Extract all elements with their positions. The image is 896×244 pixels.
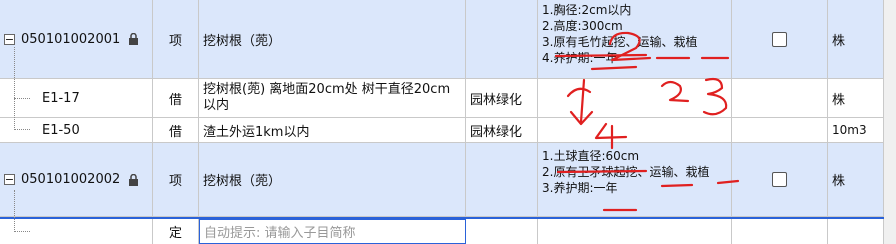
category-cell[interactable] [466,0,538,78]
description-cell[interactable]: 1.土球直径:60cm 2.原有卫矛球起挖、运输、栽植 3.养护期:一年 [538,143,732,216]
category-cell[interactable]: 园林绿化 [466,79,538,117]
category-cell[interactable] [466,219,538,244]
name-cell[interactable]: 挖树根（蔸） [199,0,466,78]
lock-icon [129,33,139,45]
checkbox-cell[interactable] [732,0,828,78]
item-code: 050101002002 [21,172,121,187]
checkbox-cell[interactable] [732,219,828,244]
table-row-sub-1[interactable]: E1-17 借 挖树根(蔸) 离地面20cm处 树干直径20cm以内 园林绿化 … [0,79,884,118]
unit-cell[interactable] [828,219,884,244]
description-cell[interactable]: 1.胸径:2cm以内 2.高度:300cm 3.原有毛竹起挖、运输、栽植 4.养… [538,0,732,78]
tree-connector [14,129,30,130]
tree-connector [14,190,15,232]
table-row-item-2[interactable]: − 050101002002 项 挖树根（蔸） 1.土球直径:60cm 2.原有… [0,143,884,217]
table-row-item-1[interactable]: − 050101002001 项 挖树根（蔸） 1.胸径:2cm以内 2.高度:… [0,0,884,79]
lock-icon [129,173,139,186]
budget-table: − 050101002001 项 挖树根（蔸） 1.胸径:2cm以内 2.高度:… [0,0,884,244]
code-cell[interactable]: − 050101002001 [0,0,153,78]
code-cell[interactable]: E1-50 [0,118,153,142]
unit-cell[interactable]: 10m3 [828,118,884,142]
type-cell[interactable]: 借 [153,79,199,117]
type-cell[interactable]: 项 [153,143,199,216]
category-cell[interactable] [466,143,538,216]
table-row-new[interactable]: 定 自动提示: 请输入子目简称 [0,217,884,244]
type-cell[interactable]: 项 [153,0,199,78]
name-cell[interactable]: 渣土外运1km以内 [199,118,466,142]
desc-line: 4.养护期:一年 [542,51,618,65]
unit-cell[interactable]: 株 [828,79,884,117]
tree-connector [14,231,30,232]
desc-line: 1.胸径:2cm以内 [542,3,632,17]
unit-cell[interactable]: 株 [828,0,884,78]
desc-line: 2.高度:300cm [542,19,623,33]
name-cell[interactable]: 挖树根(蔸) 离地面20cm处 树干直径20cm以内 [199,79,466,117]
checkbox-cell[interactable] [732,143,828,216]
checkbox-cell[interactable] [732,79,828,117]
tree-connector [14,98,30,99]
collapse-toggle-icon[interactable]: − [4,33,15,45]
collapse-toggle-icon[interactable]: − [4,174,15,185]
checkbox-cell[interactable] [732,118,828,142]
desc-line: 2.原有卫矛球起挖、运输、栽植 [542,165,710,179]
code-cell[interactable]: − 050101002002 [0,143,153,216]
row-checkbox[interactable] [772,31,787,47]
tree-connector [14,47,15,128]
category-cell[interactable]: 园林绿化 [466,118,538,142]
desc-line: 3.原有毛竹起挖、运输、栽植 [542,35,698,49]
table-row-sub-2[interactable]: E1-50 借 渣土外运1km以内 园林绿化 10m3 [0,118,884,143]
desc-line: 1.土球直径:60cm [542,149,640,163]
description-cell[interactable] [538,219,732,244]
name-input[interactable]: 自动提示: 请输入子目简称 [199,219,466,244]
description-cell[interactable] [538,118,732,142]
desc-line: 3.养护期:一年 [542,181,618,195]
name-cell[interactable]: 挖树根（蔸） [199,143,466,216]
type-cell[interactable]: 借 [153,118,199,142]
type-cell[interactable]: 定 [153,219,199,244]
description-cell[interactable] [538,79,732,117]
row-checkbox[interactable] [772,172,787,187]
unit-cell[interactable]: 株 [828,143,884,216]
item-code: 050101002001 [21,31,121,47]
